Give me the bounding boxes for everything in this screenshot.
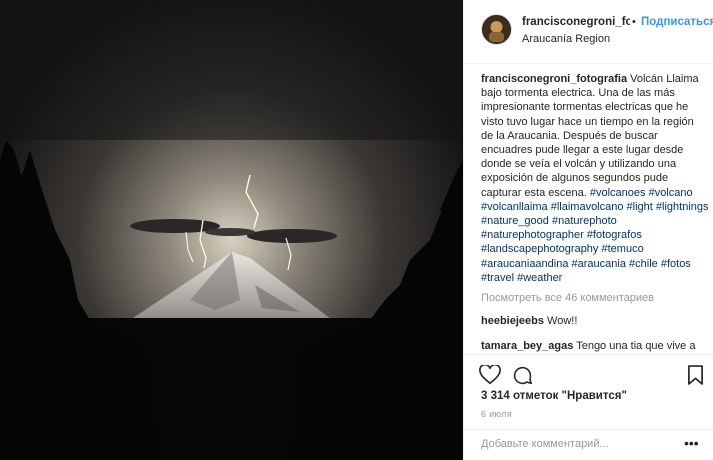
hashtag-link[interactable]: #volcanllaima xyxy=(481,201,548,213)
hashtag-link[interactable]: #lightnings xyxy=(656,201,709,213)
hashtag-link[interactable]: #nature_good xyxy=(481,215,549,227)
post-sidebar: francisconegroni_fo... • Подписаться Ara… xyxy=(463,0,713,460)
hashtag-link[interactable]: #llaimavolcano xyxy=(551,201,624,213)
hashtag-link[interactable]: #volcano xyxy=(649,187,693,199)
post-photo[interactable] xyxy=(0,0,463,460)
bookmark-icon[interactable] xyxy=(687,365,704,389)
hashtag-link[interactable]: #naturephotographer xyxy=(481,229,584,241)
caption: francisconegroni_fotografia Volcán Llaim… xyxy=(481,72,709,285)
hashtag-link[interactable]: #fotos xyxy=(661,258,691,270)
hashtag-link[interactable]: #landscapephotography xyxy=(481,243,598,255)
comment-text: Wow!! xyxy=(547,315,578,328)
hashtag-link[interactable]: #araucania xyxy=(572,258,626,270)
add-comment-bar: ••• xyxy=(464,429,713,460)
hashtag-link[interactable]: #chile xyxy=(629,258,658,270)
hashtag-link[interactable]: #travel xyxy=(481,272,514,284)
header-separator: • xyxy=(632,16,636,28)
header-username[interactable]: francisconegroni_fo... xyxy=(522,16,630,28)
comments-section[interactable]: francisconegroni_fotografia Volcán Llaim… xyxy=(464,64,713,354)
view-all-comments-link[interactable]: Посмотреть все 46 комментариев xyxy=(481,292,713,304)
avatar[interactable] xyxy=(481,14,512,45)
comment-item: heebiejeebs Wow!! xyxy=(481,314,709,329)
hashtag-link[interactable]: #volcanoes xyxy=(590,187,646,199)
comment-item: tamara_bey_agas Tengo una tia que vive a… xyxy=(481,339,709,354)
hashtag-link[interactable]: #light xyxy=(627,201,653,213)
location-link[interactable]: Araucanía Region xyxy=(522,33,610,45)
add-comment-input[interactable] xyxy=(481,438,676,450)
post-date[interactable]: 6 июля xyxy=(481,409,512,419)
hashtag-link[interactable]: #temuco xyxy=(602,243,644,255)
hashtag-link[interactable]: #fotografos xyxy=(587,229,642,241)
volcano-lightning-image xyxy=(0,0,463,460)
caption-text: Volcán Llaima bajo tormenta electrica. U… xyxy=(481,73,699,199)
likes-count[interactable]: 3 314 отметок "Нравится" xyxy=(481,390,627,402)
more-options-icon[interactable]: ••• xyxy=(684,435,699,451)
comment-icon[interactable] xyxy=(512,365,533,389)
hashtag-link[interactable]: #naturephoto xyxy=(552,215,617,227)
follow-button[interactable]: Подписаться xyxy=(641,16,713,28)
comment-username[interactable]: heebiejeebs xyxy=(481,315,544,327)
avatar-image xyxy=(482,15,511,44)
hashtag-link[interactable]: #weather xyxy=(517,272,562,284)
action-bar xyxy=(464,354,713,395)
heart-icon[interactable] xyxy=(479,363,501,388)
comment-username[interactable]: tamara_bey_agas xyxy=(481,340,573,352)
hashtag-link[interactable]: #araucaniaandina xyxy=(481,258,568,270)
caption-username[interactable]: francisconegroni_fotografia xyxy=(481,73,627,85)
post-header: francisconegroni_fo... • Подписаться Ara… xyxy=(464,0,713,64)
caption-hashtags: #volcanoes #volcano #volcanllaima #llaim… xyxy=(481,187,709,284)
